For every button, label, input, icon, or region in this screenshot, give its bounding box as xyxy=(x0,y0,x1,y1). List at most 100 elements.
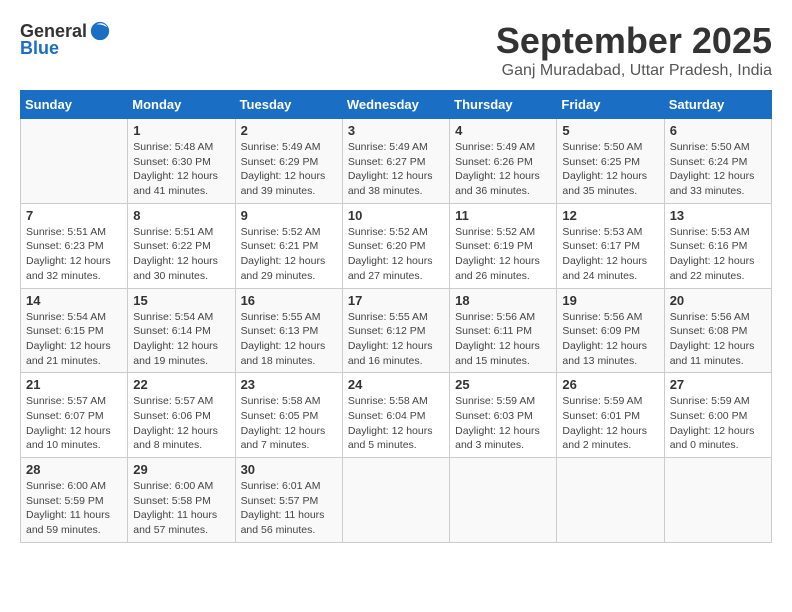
day-header-saturday: Saturday xyxy=(664,91,771,119)
calendar-cell: 2 Sunrise: 5:49 AM Sunset: 6:29 PM Daylig… xyxy=(235,119,342,204)
calendar-cell: 11 Sunrise: 5:52 AM Sunset: 6:19 PM Dayli… xyxy=(450,203,557,288)
day-number: 29 xyxy=(133,462,229,477)
calendar-cell xyxy=(342,458,449,543)
day-info: Sunrise: 5:50 AM Sunset: 6:24 PM Dayligh… xyxy=(670,140,766,199)
day-info: Sunrise: 5:56 AM Sunset: 6:09 PM Dayligh… xyxy=(562,310,658,369)
day-number: 4 xyxy=(455,123,551,138)
calendar-cell: 21 Sunrise: 5:57 AM Sunset: 6:07 PM Dayli… xyxy=(21,373,128,458)
calendar-cell: 13 Sunrise: 5:53 AM Sunset: 6:16 PM Dayli… xyxy=(664,203,771,288)
calendar-cell: 5 Sunrise: 5:50 AM Sunset: 6:25 PM Daylig… xyxy=(557,119,664,204)
day-info: Sunrise: 5:55 AM Sunset: 6:12 PM Dayligh… xyxy=(348,310,444,369)
day-number: 30 xyxy=(241,462,337,477)
day-info: Sunrise: 5:49 AM Sunset: 6:29 PM Dayligh… xyxy=(241,140,337,199)
calendar-cell: 18 Sunrise: 5:56 AM Sunset: 6:11 PM Dayli… xyxy=(450,288,557,373)
day-header-wednesday: Wednesday xyxy=(342,91,449,119)
day-info: Sunrise: 5:57 AM Sunset: 6:07 PM Dayligh… xyxy=(26,394,122,453)
day-info: Sunrise: 5:57 AM Sunset: 6:06 PM Dayligh… xyxy=(133,394,229,453)
day-header-sunday: Sunday xyxy=(21,91,128,119)
day-info: Sunrise: 5:58 AM Sunset: 6:04 PM Dayligh… xyxy=(348,394,444,453)
calendar-cell: 19 Sunrise: 5:56 AM Sunset: 6:09 PM Dayli… xyxy=(557,288,664,373)
day-info: Sunrise: 6:01 AM Sunset: 5:57 PM Dayligh… xyxy=(241,479,337,538)
day-number: 25 xyxy=(455,377,551,392)
day-number: 2 xyxy=(241,123,337,138)
calendar-cell xyxy=(664,458,771,543)
day-info: Sunrise: 5:49 AM Sunset: 6:26 PM Dayligh… xyxy=(455,140,551,199)
logo-icon xyxy=(89,20,111,42)
day-number: 27 xyxy=(670,377,766,392)
calendar-cell: 17 Sunrise: 5:55 AM Sunset: 6:12 PM Dayli… xyxy=(342,288,449,373)
day-info: Sunrise: 5:55 AM Sunset: 6:13 PM Dayligh… xyxy=(241,310,337,369)
day-number: 12 xyxy=(562,208,658,223)
calendar-cell: 16Sunrise: 5:55 AM Sunset: 6:13 PM Dayli… xyxy=(235,288,342,373)
day-info: Sunrise: 5:54 AM Sunset: 6:15 PM Dayligh… xyxy=(26,310,122,369)
day-number: 6 xyxy=(670,123,766,138)
day-info: Sunrise: 5:50 AM Sunset: 6:25 PM Dayligh… xyxy=(562,140,658,199)
day-number: 26 xyxy=(562,377,658,392)
logo-blue-text: Blue xyxy=(20,38,59,59)
title-block: September 2025 Ganj Muradabad, Uttar Pra… xyxy=(496,20,772,80)
day-number: 19 xyxy=(562,293,658,308)
day-number: 5 xyxy=(562,123,658,138)
calendar-cell: 6 Sunrise: 5:50 AM Sunset: 6:24 PM Daylig… xyxy=(664,119,771,204)
day-number: 3 xyxy=(348,123,444,138)
calendar-cell: 12 Sunrise: 5:53 AM Sunset: 6:17 PM Dayli… xyxy=(557,203,664,288)
calendar-cell: 7Sunrise: 5:51 AM Sunset: 6:23 PM Daylig… xyxy=(21,203,128,288)
day-info: Sunrise: 6:00 AM Sunset: 5:58 PM Dayligh… xyxy=(133,479,229,538)
day-info: Sunrise: 5:59 AM Sunset: 6:01 PM Dayligh… xyxy=(562,394,658,453)
day-header-monday: Monday xyxy=(128,91,235,119)
calendar-cell: 20 Sunrise: 5:56 AM Sunset: 6:08 PM Dayli… xyxy=(664,288,771,373)
calendar-cell xyxy=(450,458,557,543)
day-number: 28 xyxy=(26,462,122,477)
location-title: Ganj Muradabad, Uttar Pradesh, India xyxy=(496,62,772,80)
calendar-cell: 3 Sunrise: 5:49 AM Sunset: 6:27 PM Daylig… xyxy=(342,119,449,204)
day-header-friday: Friday xyxy=(557,91,664,119)
day-number: 8 xyxy=(133,208,229,223)
logo: General Blue xyxy=(20,20,111,59)
day-number: 9 xyxy=(241,208,337,223)
day-info: Sunrise: 5:59 AM Sunset: 6:00 PM Dayligh… xyxy=(670,394,766,453)
day-number: 24 xyxy=(348,377,444,392)
page-header: General Blue September 2025 Ganj Muradab… xyxy=(20,20,772,80)
day-number: 7 xyxy=(26,208,122,223)
calendar-cell: 4 Sunrise: 5:49 AM Sunset: 6:26 PM Daylig… xyxy=(450,119,557,204)
day-number: 21 xyxy=(26,377,122,392)
day-number: 20 xyxy=(670,293,766,308)
calendar-cell: 26 Sunrise: 5:59 AM Sunset: 6:01 PM Dayli… xyxy=(557,373,664,458)
day-info: Sunrise: 5:49 AM Sunset: 6:27 PM Dayligh… xyxy=(348,140,444,199)
calendar-cell: 14 Sunrise: 5:54 AM Sunset: 6:15 PM Dayli… xyxy=(21,288,128,373)
day-info: Sunrise: 5:53 AM Sunset: 6:17 PM Dayligh… xyxy=(562,225,658,284)
calendar-cell: 8 Sunrise: 5:51 AM Sunset: 6:22 PM Daylig… xyxy=(128,203,235,288)
calendar-cell: 25 Sunrise: 5:59 AM Sunset: 6:03 PM Dayli… xyxy=(450,373,557,458)
calendar-cell: 22 Sunrise: 5:57 AM Sunset: 6:06 PM Dayli… xyxy=(128,373,235,458)
day-info: Sunrise: 6:00 AM Sunset: 5:59 PM Dayligh… xyxy=(26,479,122,538)
day-number: 15 xyxy=(133,293,229,308)
day-info: Sunrise: 5:56 AM Sunset: 6:08 PM Dayligh… xyxy=(670,310,766,369)
day-number: 14 xyxy=(26,293,122,308)
day-info: Sunrise: 5:56 AM Sunset: 6:11 PM Dayligh… xyxy=(455,310,551,369)
calendar-cell: 23Sunrise: 5:58 AM Sunset: 6:05 PM Dayli… xyxy=(235,373,342,458)
day-header-thursday: Thursday xyxy=(450,91,557,119)
day-number: 11 xyxy=(455,208,551,223)
day-number: 10 xyxy=(348,208,444,223)
calendar-cell: 28 Sunrise: 6:00 AM Sunset: 5:59 PM Dayli… xyxy=(21,458,128,543)
month-title: September 2025 xyxy=(496,20,772,62)
day-number: 22 xyxy=(133,377,229,392)
day-info: Sunrise: 5:48 AM Sunset: 6:30 PM Dayligh… xyxy=(133,140,229,199)
day-number: 13 xyxy=(670,208,766,223)
day-info: Sunrise: 5:53 AM Sunset: 6:16 PM Dayligh… xyxy=(670,225,766,284)
calendar-cell: 15Sunrise: 5:54 AM Sunset: 6:14 PM Dayli… xyxy=(128,288,235,373)
day-info: Sunrise: 5:52 AM Sunset: 6:19 PM Dayligh… xyxy=(455,225,551,284)
day-info: Sunrise: 5:51 AM Sunset: 6:22 PM Dayligh… xyxy=(133,225,229,284)
day-number: 1 xyxy=(133,123,229,138)
calendar-table: SundayMondayTuesdayWednesdayThursdayFrid… xyxy=(20,90,772,543)
calendar-cell: 10Sunrise: 5:52 AM Sunset: 6:20 PM Dayli… xyxy=(342,203,449,288)
calendar-cell: 9 Sunrise: 5:52 AM Sunset: 6:21 PM Daylig… xyxy=(235,203,342,288)
day-number: 18 xyxy=(455,293,551,308)
calendar-cell: 30 Sunrise: 6:01 AM Sunset: 5:57 PM Dayli… xyxy=(235,458,342,543)
day-info: Sunrise: 5:59 AM Sunset: 6:03 PM Dayligh… xyxy=(455,394,551,453)
calendar-cell xyxy=(557,458,664,543)
day-number: 17 xyxy=(348,293,444,308)
calendar-cell: 27 Sunrise: 5:59 AM Sunset: 6:00 PM Dayli… xyxy=(664,373,771,458)
calendar-cell: 1 Sunrise: 5:48 AM Sunset: 6:30 PM Daylig… xyxy=(128,119,235,204)
day-info: Sunrise: 5:52 AM Sunset: 6:21 PM Dayligh… xyxy=(241,225,337,284)
